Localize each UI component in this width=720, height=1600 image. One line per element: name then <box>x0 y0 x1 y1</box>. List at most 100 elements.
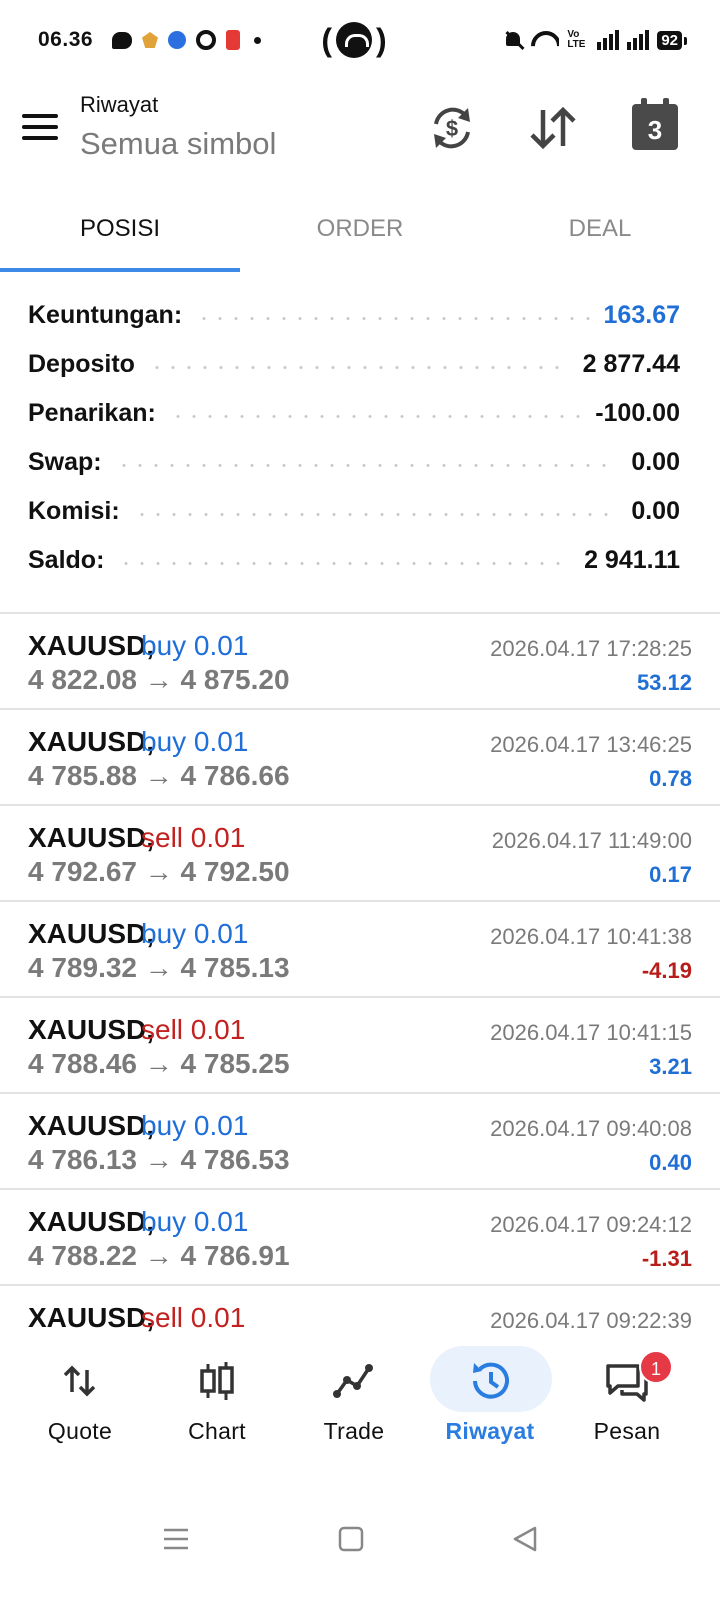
system-navigation-bar <box>0 1484 720 1600</box>
quote-arrows-icon <box>63 1365 96 1397</box>
more-notifications-icon <box>254 36 261 44</box>
trade-time: 2026.04.17 09:22:39 <box>490 1308 692 1333</box>
trade-profit: 0.78 <box>649 766 692 791</box>
trade-time: 2026.04.17 09:24:12 <box>490 1212 692 1237</box>
trade-symbol: XAUUSD, <box>28 918 155 949</box>
summary-label: Keuntungan: <box>28 301 183 329</box>
symbol-filter[interactable]: Semua simbol <box>80 126 276 162</box>
trade-prices: 4 788.22 → 4 786.91 <box>28 1240 290 1271</box>
account-summary: Keuntungan: 163.67 Deposito 2 877.44 Pen… <box>28 291 680 585</box>
trade-profit: -1.31 <box>641 1246 692 1271</box>
currency-refresh-icon[interactable]: $ <box>426 102 478 154</box>
trade-time: 2026.04.17 09:40:08 <box>490 1116 692 1141</box>
summary-value: 2 877.44 <box>582 350 680 378</box>
summary-row-withdrawal: Penarikan: -100.00 <box>28 389 680 438</box>
trade-direction-volume: buy 0.01 <box>141 726 249 757</box>
candlestick-chart-icon <box>200 1362 234 1400</box>
history-clock-icon <box>473 1362 509 1399</box>
trade-direction-volume: buy 0.01 <box>141 630 249 661</box>
status-bar: 06.36 ( ) Vo LTE 92 <box>0 0 720 82</box>
app-notification-icon <box>168 31 186 49</box>
app-bar: Riwayat Semua simbol $ 3 <box>0 82 720 192</box>
trade-line-icon <box>333 1364 373 1398</box>
trade-direction-volume: sell 0.01 <box>141 1014 246 1045</box>
summary-label: Deposito <box>28 350 135 378</box>
back-icon[interactable] <box>510 1524 540 1554</box>
summary-value: 163.67 <box>603 301 680 329</box>
trade-time: 2026.04.17 13:46:25 <box>490 732 692 757</box>
nav-label: Chart <box>188 1418 246 1444</box>
recent-apps-icon[interactable] <box>161 1524 191 1554</box>
tab-posisi[interactable]: POSISI <box>0 192 240 274</box>
trade-prices: 4 822.08 → 4 875.20 <box>28 664 290 695</box>
notification-icons <box>112 28 261 52</box>
summary-row-balance: Saldo: 2 941.11 <box>28 536 680 585</box>
trade-symbol: XAUUSD, <box>28 1014 155 1045</box>
summary-value: 0.00 <box>631 497 680 525</box>
summary-label: Saldo: <box>28 546 105 574</box>
summary-label: Swap: <box>28 448 102 476</box>
trade-prices: 4 786.13 → 4 786.53 <box>28 1144 290 1175</box>
trade-direction-volume: sell 0.01 <box>141 822 246 853</box>
trade-time: 2026.04.17 17:28:25 <box>490 636 692 661</box>
wifi-icon <box>531 29 559 51</box>
trade-direction-volume: buy 0.01 <box>141 1110 249 1141</box>
trade-symbol: XAUUSD, <box>28 1206 155 1237</box>
summary-value: 0.00 <box>631 448 680 476</box>
app-notification-icon <box>142 32 158 48</box>
tab-order[interactable]: ORDER <box>240 192 480 274</box>
pay-notification-icon <box>226 30 240 50</box>
summary-value: -100.00 <box>595 399 680 427</box>
chat-notification-icon <box>112 31 132 49</box>
tab-deal[interactable]: DEAL <box>480 192 720 274</box>
nav-chart[interactable]: Chart <box>147 1338 287 1484</box>
trade-prices: 4 789.32 → 4 785.13 <box>28 952 290 983</box>
list-item[interactable]: XAUUSD, buy 0.01 4 785.88 → 4 786.66 2026.0… <box>0 710 720 806</box>
trade-direction-volume: sell 0.01 <box>141 1302 246 1333</box>
menu-icon[interactable] <box>22 114 58 142</box>
dot-leader <box>118 562 571 565</box>
list-item[interactable]: XAUUSD, buy 0.01 4 788.22 → 4 786.91 2026.0… <box>0 1190 720 1286</box>
summary-row-swap: Swap: 0.00 <box>28 438 680 487</box>
nav-riwayat[interactable]: Riwayat <box>420 1338 560 1484</box>
home-icon[interactable] <box>336 1524 366 1554</box>
nav-pesan[interactable]: 1 Pesan <box>557 1338 697 1484</box>
trade-time: 2026.04.17 11:49:00 <box>491 828 692 853</box>
dot-leader <box>169 415 582 418</box>
trade-profit: -4.19 <box>641 958 692 983</box>
nav-label: Riwayat <box>445 1418 535 1444</box>
system-status-icons: Vo LTE 92 <box>503 26 687 54</box>
dot-leader <box>196 317 590 320</box>
status-time: 06.36 <box>38 28 94 51</box>
summary-label: Penarikan: <box>28 399 156 427</box>
signal-icon <box>627 30 650 50</box>
dot-leader <box>148 366 569 369</box>
page-title: Riwayat <box>80 92 159 117</box>
list-item[interactable]: XAUUSD, sell 0.01 4 792.67 → 4 792.50 2026.… <box>0 806 720 902</box>
volte-label: Vo LTE <box>567 29 586 50</box>
list-item[interactable]: XAUUSD, buy 0.01 4 786.13 → 4 786.53 2026.0… <box>0 1094 720 1190</box>
battery-level: 92 <box>657 30 687 50</box>
bottom-navigation: Quote Chart Trade Riwayat 1 Pesan <box>0 1338 720 1484</box>
position-history-list: XAUUSD, buy 0.01 4 822.08 → 4 875.20 2026.0… <box>0 612 720 1382</box>
summary-row-commission: Komisi: 0.00 <box>28 487 680 536</box>
nav-trade[interactable]: Trade <box>284 1338 424 1484</box>
nav-label: Pesan <box>593 1418 661 1444</box>
signal-icon <box>597 30 620 50</box>
nav-label: Quote <box>47 1418 113 1444</box>
trade-direction-volume: buy 0.01 <box>141 918 249 949</box>
summary-value: 2 941.11 <box>584 546 680 574</box>
svg-text:$: $ <box>446 116 458 141</box>
nav-quote[interactable]: Quote <box>10 1338 150 1484</box>
sort-icon[interactable] <box>527 102 579 154</box>
nav-label: Trade <box>323 1418 385 1444</box>
trade-symbol: XAUUSD, <box>28 726 155 757</box>
calendar-icon[interactable]: 3 <box>632 98 678 150</box>
list-item[interactable]: XAUUSD, buy 0.01 4 822.08 → 4 875.20 2026.0… <box>0 614 720 710</box>
summary-label: Komisi: <box>28 497 120 525</box>
muted-bell-icon <box>503 30 523 50</box>
dot-leader <box>115 464 618 467</box>
list-item[interactable]: XAUUSD, sell 0.01 4 788.46 → 4 785.25 2026.… <box>0 998 720 1094</box>
unread-badge: 1 <box>639 1350 673 1384</box>
list-item[interactable]: XAUUSD, buy 0.01 4 789.32 → 4 785.13 2026.0… <box>0 902 720 998</box>
